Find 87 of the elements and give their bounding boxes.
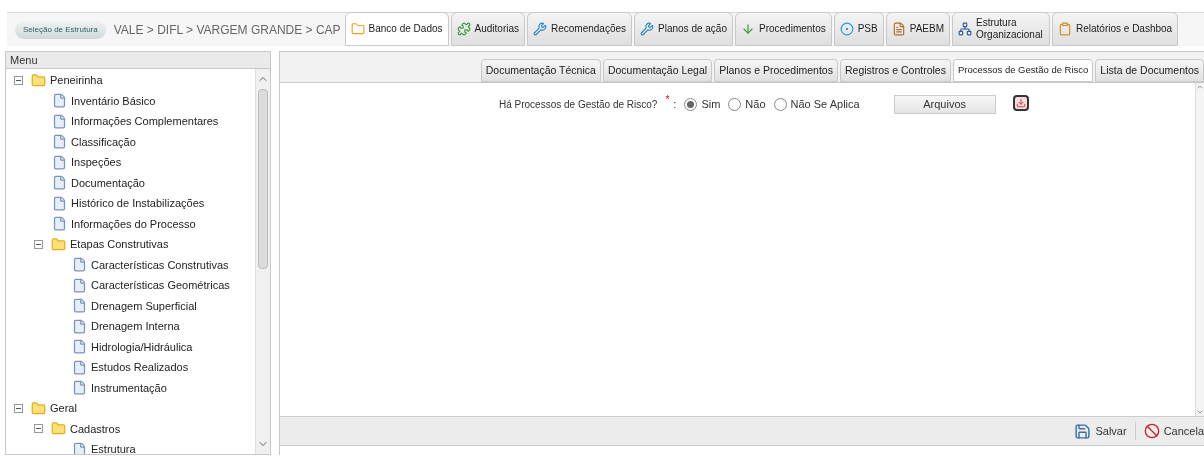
tree-item[interactable]: Informações Complementares — [71, 113, 219, 130]
tree-item[interactable]: Instrumentação — [91, 379, 167, 396]
module-tab[interactable]: PSB — [833, 12, 884, 46]
clipboard-icon — [1058, 22, 1072, 36]
module-tab[interactable]: Procedimentos — [735, 12, 832, 46]
page-icon — [72, 359, 87, 375]
collapse-icon[interactable] — [34, 239, 43, 249]
save-button[interactable]: Salvar — [1074, 422, 1127, 440]
tree-item[interactable]: Estrutura — [91, 441, 136, 454]
folder-icon — [51, 236, 66, 252]
section-tab[interactable]: Registros e Controles — [839, 59, 951, 82]
page-icon — [72, 257, 87, 273]
page-icon — [52, 195, 67, 211]
collapse-icon[interactable] — [14, 403, 23, 413]
page-icon — [52, 175, 67, 191]
page-icon — [72, 339, 87, 355]
menu-header: Menu — [6, 52, 270, 69]
scrollbar[interactable] — [1195, 83, 1204, 416]
page-icon — [72, 277, 87, 293]
structure-select-button[interactable]: Seleção de Estrutura — [15, 20, 106, 39]
radio-button[interactable] — [773, 97, 787, 111]
page-icon — [52, 134, 67, 150]
module-tab[interactable]: Relatórios e Dashboa — [1052, 12, 1179, 46]
folder-icon — [31, 72, 46, 88]
save-icon — [1074, 422, 1092, 440]
files-button[interactable]: Arquivos — [893, 95, 996, 114]
section-tab[interactable]: Documentação Técnica — [480, 59, 601, 82]
puzzle-icon — [456, 22, 471, 36]
section-tab[interactable]: Lista de Documentos — [1095, 59, 1204, 82]
label-colon: : — [673, 97, 677, 112]
page-icon — [72, 298, 87, 314]
tree-item[interactable]: Hidrologia/Hidráulica — [91, 338, 193, 355]
wrench-icon — [533, 22, 547, 36]
folder-icon — [350, 22, 365, 36]
module-tab[interactable]: Planos de ação — [634, 12, 733, 46]
tree-item[interactable]: Inventário Básico — [71, 92, 156, 109]
tree-item[interactable]: Drenagem Superficial — [91, 297, 197, 314]
page-icon — [72, 318, 87, 334]
tree-item[interactable]: Características Construtivas — [91, 256, 229, 273]
scroll-down-icon[interactable] — [1196, 408, 1204, 416]
collapse-icon[interactable] — [14, 75, 23, 85]
cancel-button[interactable]: Cancela — [1143, 422, 1204, 440]
download-icon[interactable] — [1012, 95, 1029, 111]
page-icon — [72, 380, 87, 396]
section-tab[interactable]: Documentação Legal — [602, 59, 713, 82]
section-tab[interactable]: Planos e Procedimentos — [714, 59, 838, 82]
folder-icon — [51, 421, 66, 437]
tree-item[interactable]: Histórico de Instabilizações — [71, 195, 205, 212]
scrollbar[interactable] — [255, 69, 270, 454]
tree-item[interactable]: Classificação — [71, 133, 136, 150]
module-tab[interactable]: PAEBM — [885, 12, 950, 46]
radio-button[interactable] — [684, 97, 698, 111]
tree-item[interactable]: Cadastros — [70, 420, 121, 437]
breadcrumb: VALE > DIFL > VARGEM GRANDE > CAP — [113, 21, 341, 39]
section-tab[interactable]: Processos de Gestão de Risco — [952, 59, 1094, 82]
tree-item[interactable]: Inspeções — [71, 154, 122, 171]
module-tab[interactable]: Auditorias — [450, 12, 525, 46]
page-icon — [52, 154, 67, 170]
document-icon — [891, 22, 906, 36]
tree-item[interactable]: Documentação — [71, 174, 145, 191]
page-icon — [52, 113, 67, 129]
radio-button[interactable] — [728, 97, 742, 111]
page-icon — [52, 93, 67, 109]
folder-icon — [31, 400, 46, 416]
target-icon — [839, 22, 854, 36]
org-chart-icon — [958, 22, 972, 36]
cancel-icon — [1143, 423, 1160, 439]
tree-item[interactable]: Características Geométricas — [91, 277, 230, 294]
question-label: Há Processos de Gestão de Risco? — [499, 98, 658, 112]
tree-item[interactable]: Geral — [50, 400, 77, 417]
radio-label: Não — [745, 97, 766, 112]
radio-label: Sim — [701, 97, 721, 112]
tree-item[interactable]: Estudos Realizados — [91, 359, 189, 376]
tree-item[interactable]: Etapas Construtivas — [70, 236, 169, 253]
wrench-icon — [640, 22, 655, 36]
radio-label: Não Se Aplica — [790, 97, 860, 112]
page-icon — [52, 216, 67, 232]
tree-item[interactable]: Drenagem Interna — [91, 318, 180, 335]
tree-item[interactable]: Peneirinha — [50, 72, 103, 89]
module-tab[interactable]: Estrutura Organizacional — [952, 12, 1050, 46]
module-tab[interactable]: Recomendações — [527, 12, 633, 46]
tree-item[interactable]: Informações do Processo — [71, 215, 196, 232]
module-tab[interactable]: Banco de Dados — [344, 12, 449, 46]
scroll-up-icon[interactable] — [1196, 83, 1204, 91]
collapse-icon[interactable] — [34, 424, 43, 434]
required-marker: * — [665, 93, 670, 107]
page-icon — [72, 441, 87, 454]
